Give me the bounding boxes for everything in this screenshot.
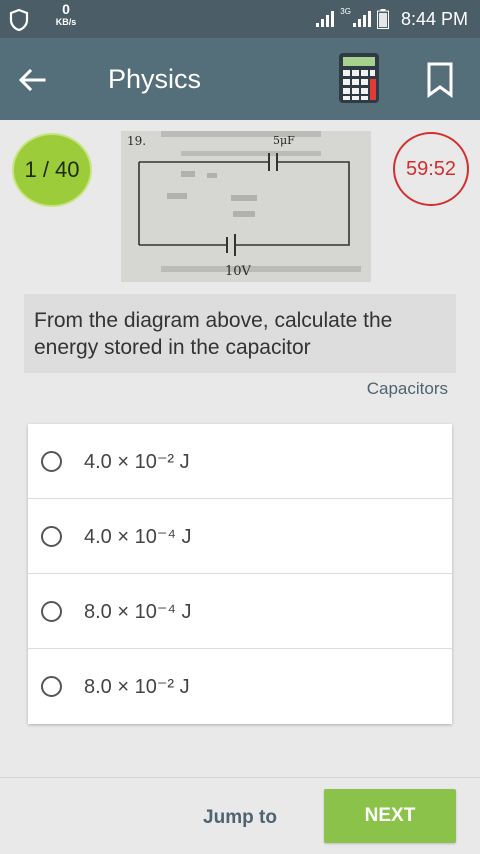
arrow-left-icon[interactable]	[14, 62, 50, 98]
signal-icon	[316, 11, 335, 27]
question-number-label: 19.	[127, 134, 146, 148]
jump-to-button[interactable]: Jump to	[190, 803, 290, 833]
signal-icon-2	[352, 11, 371, 27]
footer-divider	[0, 777, 480, 778]
clock: 8:44 PM	[400, 8, 468, 29]
next-button[interactable]: NEXT	[324, 789, 456, 843]
option-a[interactable]: 4.0 × 10⁻² J	[28, 424, 452, 499]
app-bar: Physics	[0, 38, 480, 120]
calculator-icon[interactable]	[338, 52, 380, 104]
page-title: Physics	[108, 64, 202, 94]
speed-unit: KB/s	[55, 17, 77, 27]
radio-unselected-icon[interactable]	[41, 450, 62, 472]
circuit-diagram-image: 19. 5μF 10V	[121, 131, 371, 282]
option-b[interactable]: 4.0 × 10⁻⁴ J	[28, 499, 452, 574]
radio-unselected-icon[interactable]	[41, 525, 62, 547]
option-label: 8.0 × 10⁻⁴ J	[84, 600, 192, 623]
voltage-label: 10V	[225, 264, 252, 279]
speed-value: 0	[62, 1, 70, 17]
status-icons: 3G 8:44 PM	[316, 0, 468, 38]
question-text: From the diagram above, calculate the en…	[24, 294, 456, 373]
status-bar: 0 KB/s 3G 8:44 PM	[0, 0, 480, 38]
option-label: 4.0 × 10⁻² J	[84, 450, 190, 473]
network-speed: 0 KB/s	[48, 2, 84, 27]
radio-unselected-icon[interactable]	[41, 676, 62, 697]
bookmark-icon[interactable]	[424, 62, 456, 98]
question-counter: 1 / 40	[12, 133, 92, 207]
capacitor-label: 5μF	[273, 134, 295, 147]
battery-icon	[376, 9, 389, 29]
radio-unselected-icon[interactable]	[41, 600, 62, 622]
option-label: 4.0 × 10⁻⁴ J	[84, 525, 192, 548]
countdown-timer: 59:52	[393, 132, 469, 206]
option-c[interactable]: 8.0 × 10⁻⁴ J	[28, 574, 452, 649]
option-label: 8.0 × 10⁻² J	[84, 676, 190, 698]
option-d[interactable]: 8.0 × 10⁻² J	[28, 649, 452, 724]
network-type-label: 3G	[340, 6, 351, 16]
topic-label: Capacitors	[366, 379, 448, 398]
answer-options: 4.0 × 10⁻² J 4.0 × 10⁻⁴ J 8.0 × 10⁻⁴ J 8…	[28, 424, 452, 724]
shield-icon	[9, 8, 29, 32]
